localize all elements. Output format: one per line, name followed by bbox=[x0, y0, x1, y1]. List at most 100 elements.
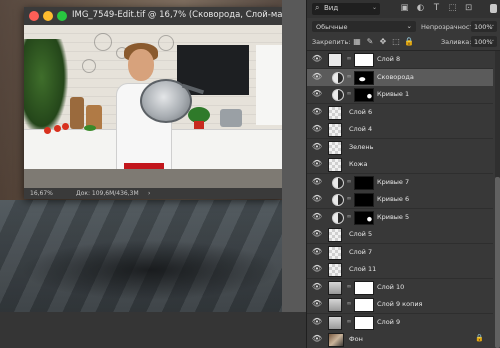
pixel-filter-icon[interactable]: ▣ bbox=[399, 3, 410, 14]
layer-thumbnail[interactable] bbox=[328, 53, 342, 67]
layer-filter-select[interactable]: ⌕ Вид ⌄ bbox=[312, 3, 380, 15]
layer-thumbnail[interactable] bbox=[328, 280, 342, 295]
visibility-eye-icon[interactable]: 👁 bbox=[311, 177, 323, 186]
layer-thumbnail[interactable] bbox=[328, 263, 342, 277]
zoom-level[interactable]: 16,67% bbox=[30, 190, 53, 197]
curves-adjustment-icon[interactable] bbox=[332, 89, 344, 101]
layer-row[interactable]: 👁 ∞ Кривые 5 bbox=[307, 208, 493, 227]
layer-row[interactable]: 👁 ∞ Кривые 1 bbox=[307, 86, 493, 104]
mask-link-icon[interactable]: ∞ bbox=[346, 282, 352, 292]
visibility-eye-icon[interactable]: 👁 bbox=[311, 212, 323, 221]
visibility-eye-icon[interactable]: 👁 bbox=[311, 300, 323, 308]
type-filter-icon[interactable]: T bbox=[431, 3, 442, 14]
layer-thumbnail[interactable] bbox=[328, 140, 342, 155]
layer-mask-thumbnail[interactable] bbox=[354, 298, 374, 312]
visibility-eye-icon[interactable]: 👁 bbox=[311, 230, 323, 238]
lock-position-icon[interactable]: ✥ bbox=[378, 37, 388, 47]
layer-row[interactable]: 👁 Слой 7 bbox=[307, 243, 493, 262]
mask-link-icon[interactable]: ∞ bbox=[346, 54, 352, 64]
layer-row[interactable]: 👁 Слой 6 bbox=[307, 103, 493, 122]
visibility-eye-icon[interactable]: 👁 bbox=[311, 317, 323, 326]
layer-mask-thumbnail[interactable] bbox=[354, 175, 374, 190]
layer-mask-thumbnail[interactable] bbox=[354, 53, 374, 67]
visibility-eye-icon[interactable]: 👁 bbox=[311, 90, 323, 98]
visibility-eye-icon[interactable]: 👁 bbox=[311, 195, 323, 203]
layer-thumbnail[interactable] bbox=[328, 123, 342, 137]
mask-link-icon[interactable]: ∞ bbox=[346, 72, 352, 82]
layer-row[interactable]: 👁 Слой 4 bbox=[307, 121, 493, 139]
layer-row[interactable]: 👁 ∞ Сковорода bbox=[307, 68, 493, 87]
bright-window bbox=[256, 45, 282, 125]
layer-row[interactable]: 👁 ∞ Слой 10 bbox=[307, 278, 493, 297]
layer-row[interactable]: 👁 ∞ Слой 9 bbox=[307, 313, 493, 332]
layer-row[interactable]: 👁 Слой 5 bbox=[307, 226, 493, 244]
blend-mode-select[interactable]: Обычные ⌄ bbox=[312, 21, 416, 32]
lock-all-icon[interactable]: 🔒 bbox=[404, 37, 414, 47]
layer-thumbnail[interactable] bbox=[328, 105, 342, 120]
layer-thumbnail[interactable] bbox=[328, 245, 342, 260]
layer-row[interactable]: 👁 Зелень bbox=[307, 138, 493, 157]
mask-link-icon[interactable]: ∞ bbox=[346, 317, 352, 327]
mask-link-icon[interactable]: ∞ bbox=[346, 212, 352, 222]
window-minimize-button[interactable] bbox=[43, 11, 53, 21]
layer-thumbnail[interactable] bbox=[328, 158, 342, 172]
layer-name: Фон bbox=[349, 335, 363, 343]
lock-transparent-pixels-icon[interactable]: ▦ bbox=[352, 37, 362, 47]
layer-row[interactable]: 👁 ∞ Слой 8 bbox=[307, 51, 493, 69]
lock-image-pixels-icon[interactable]: ✎ bbox=[365, 37, 375, 47]
layer-thumbnail[interactable] bbox=[328, 228, 342, 242]
layer-thumbnail[interactable] bbox=[328, 315, 342, 330]
layer-row[interactable]: 👁 ∞ Кривые 7 bbox=[307, 173, 493, 192]
curves-adjustment-icon[interactable] bbox=[332, 176, 344, 189]
mask-link-icon[interactable]: ∞ bbox=[346, 89, 352, 99]
fill-field[interactable]: 100% ⌄ bbox=[471, 36, 497, 47]
layers-scrollbar-thumb[interactable] bbox=[495, 177, 500, 348]
layer-name: Слой 11 bbox=[349, 265, 377, 273]
layer-mask-thumbnail[interactable] bbox=[354, 193, 374, 207]
visibility-eye-icon[interactable]: 👁 bbox=[311, 265, 323, 273]
layer-row[interactable]: 👁 Фон 🔒 bbox=[307, 331, 493, 348]
mask-link-icon[interactable]: ∞ bbox=[346, 194, 352, 204]
filter-toggle[interactable] bbox=[490, 4, 497, 13]
curves-adjustment-icon[interactable] bbox=[332, 211, 344, 224]
visibility-eye-icon[interactable]: 👁 bbox=[311, 125, 323, 133]
layer-row[interactable]: 👁 Слой 11 bbox=[307, 261, 493, 279]
visibility-eye-icon[interactable]: 👁 bbox=[311, 55, 323, 63]
curves-adjustment-icon[interactable] bbox=[332, 194, 344, 206]
layer-thumbnail[interactable] bbox=[328, 298, 342, 312]
visibility-eye-icon[interactable]: 👁 bbox=[311, 247, 323, 256]
status-menu-arrow[interactable]: › bbox=[148, 190, 150, 197]
layer-mask-thumbnail[interactable] bbox=[354, 70, 374, 85]
layer-row[interactable]: 👁 ∞ Слой 9 копия bbox=[307, 296, 493, 314]
document-titlebar[interactable]: IMG_7549-Edit.tif @ 16,7% (Сковорода, Сл… bbox=[24, 7, 306, 26]
visibility-eye-icon[interactable]: 👁 bbox=[311, 142, 323, 151]
visibility-eye-icon[interactable]: 👁 bbox=[311, 72, 323, 81]
layer-row[interactable]: 👁 ∞ Кривые 6 bbox=[307, 191, 493, 209]
visibility-eye-icon[interactable]: 👁 bbox=[311, 282, 323, 291]
layer-mask-thumbnail[interactable] bbox=[354, 210, 374, 225]
layer-mask-thumbnail[interactable] bbox=[354, 88, 374, 102]
adjustment-filter-icon[interactable]: ◐ bbox=[415, 3, 426, 14]
layers-scrollbar[interactable] bbox=[495, 51, 500, 348]
layer-thumbnail[interactable] bbox=[328, 333, 344, 347]
shape-filter-icon[interactable]: ⬚ bbox=[447, 3, 458, 14]
visibility-eye-icon[interactable]: 👁 bbox=[311, 160, 323, 168]
document-status-bar: 16,67% Док: 109,6M/436,3M › bbox=[24, 188, 282, 199]
mask-link-icon[interactable]: ∞ bbox=[346, 299, 352, 309]
layer-mask-thumbnail[interactable] bbox=[354, 280, 374, 295]
window-close-button[interactable] bbox=[29, 11, 39, 21]
visibility-eye-icon[interactable]: 👁 bbox=[311, 335, 323, 343]
document-canvas-image[interactable] bbox=[24, 25, 282, 188]
mask-link-icon[interactable]: ∞ bbox=[346, 177, 352, 187]
layer-mask-thumbnail[interactable] bbox=[354, 315, 374, 330]
document-window[interactable]: IMG_7549-Edit.tif @ 16,7% (Сковорода, Сл… bbox=[24, 7, 306, 199]
lock-artboard-icon[interactable]: ⬚ bbox=[391, 37, 401, 47]
layer-row[interactable]: 👁 Кожа bbox=[307, 156, 493, 174]
opacity-field[interactable]: 100% ⌄ bbox=[471, 21, 497, 32]
lock-icon: 🔒 bbox=[475, 334, 484, 342]
window-maximize-button[interactable] bbox=[57, 11, 67, 21]
curves-adjustment-icon[interactable] bbox=[332, 71, 344, 84]
visibility-eye-icon[interactable]: 👁 bbox=[311, 107, 323, 116]
layers-list[interactable]: 👁 ∞ Слой 8 👁 ∞ Сковорода 👁 ∞ Кривые 1 👁 Слой 6 👁 Сло… bbox=[307, 51, 493, 348]
smart-object-filter-icon[interactable]: ⊡ bbox=[463, 3, 474, 14]
